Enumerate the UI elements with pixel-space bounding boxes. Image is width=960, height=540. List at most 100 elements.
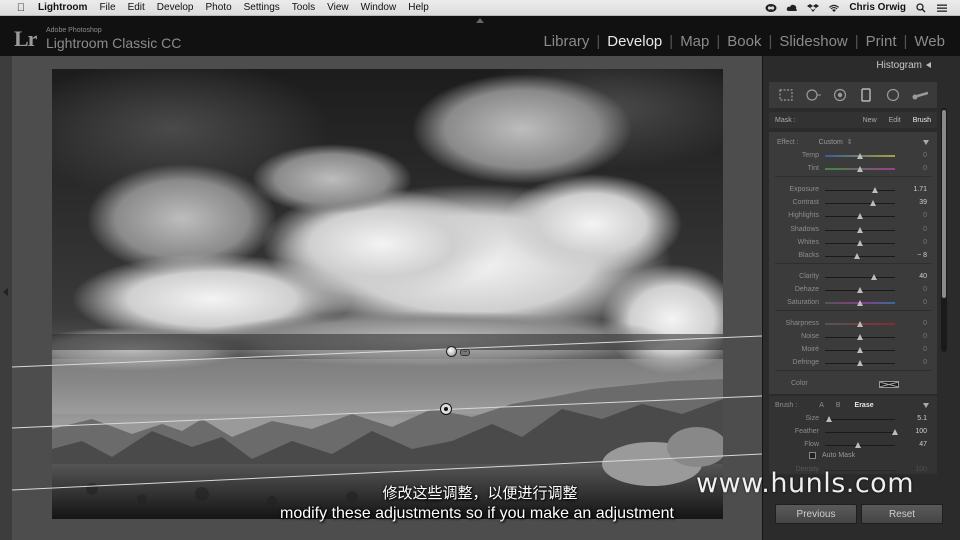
noise-knob[interactable] xyxy=(857,334,863,340)
defringe-slider[interactable]: Defringe 0 xyxy=(769,357,937,369)
noise-value[interactable]: 0 xyxy=(923,333,927,340)
moir--knob[interactable] xyxy=(857,347,863,353)
menu-file[interactable]: File xyxy=(99,2,115,13)
menu-edit[interactable]: Edit xyxy=(128,2,145,13)
image-canvas[interactable] xyxy=(12,56,762,540)
saturation-value[interactable]: 0 xyxy=(923,299,927,306)
module-book[interactable]: Book xyxy=(720,33,768,50)
menu-help[interactable]: Help xyxy=(408,2,429,13)
brush-size-slider[interactable]: Size 5.1 xyxy=(769,413,937,425)
whites-slider[interactable]: Whites 0 xyxy=(769,237,937,249)
brush-flow-slider[interactable]: Flow 47 xyxy=(769,439,937,451)
menu-tools[interactable]: Tools xyxy=(292,2,315,13)
highlights-knob[interactable] xyxy=(857,213,863,219)
user-name[interactable]: Chris Orwig xyxy=(849,2,906,13)
histogram-collapse-icon[interactable] xyxy=(926,62,931,69)
tint-value[interactable]: 0 xyxy=(923,165,927,172)
moir--value[interactable]: 0 xyxy=(923,346,927,353)
brush-size-track[interactable] xyxy=(825,419,895,420)
shadows-knob[interactable] xyxy=(857,227,863,233)
brush-erase-button[interactable]: Erase xyxy=(855,402,874,409)
brush-a-button[interactable]: A xyxy=(819,402,824,409)
noise-slider[interactable]: Noise 0 xyxy=(769,331,937,343)
dropbox-icon[interactable] xyxy=(807,3,820,13)
menu-window[interactable]: Window xyxy=(361,2,397,13)
tint-slider[interactable]: Tint 0 xyxy=(769,163,937,175)
defringe-value[interactable]: 0 xyxy=(923,359,927,366)
effect-preset-select[interactable]: Custom xyxy=(819,139,843,146)
left-panel-collapsed[interactable] xyxy=(0,56,12,540)
collapse-top-panel-icon[interactable] xyxy=(476,18,484,23)
contrast-track[interactable] xyxy=(825,203,895,204)
red-eye-icon[interactable] xyxy=(832,88,848,102)
blacks-slider[interactable]: Blacks − 8 xyxy=(769,250,937,262)
brush-flow-value[interactable]: 47 xyxy=(919,441,927,448)
exposure-value[interactable]: 1.71 xyxy=(913,186,927,193)
dehaze-knob[interactable] xyxy=(857,287,863,293)
dehaze-value[interactable]: 0 xyxy=(923,286,927,293)
clarity-track[interactable] xyxy=(825,277,895,278)
scrollbar-thumb[interactable] xyxy=(942,110,946,298)
exposure-knob[interactable] xyxy=(871,187,878,193)
module-print[interactable]: Print xyxy=(859,33,904,50)
module-web[interactable]: Web xyxy=(907,33,952,50)
tint-knob[interactable] xyxy=(857,166,863,172)
module-develop[interactable]: Develop xyxy=(600,33,669,50)
brush-size-knob[interactable] xyxy=(825,416,832,422)
temp-knob[interactable] xyxy=(857,153,863,159)
brush-collapse-icon[interactable] xyxy=(923,402,929,408)
sharpness-knob[interactable] xyxy=(857,321,863,327)
clarity-knob[interactable] xyxy=(871,274,877,280)
saturation-knob[interactable] xyxy=(857,300,863,306)
whites-knob[interactable] xyxy=(857,240,863,246)
mask-pin-active[interactable] xyxy=(446,346,457,357)
apple-icon[interactable]:  xyxy=(14,2,28,14)
creative-cloud-icon[interactable] xyxy=(765,3,777,13)
brush-b-button[interactable]: B xyxy=(836,402,841,409)
wifi-icon[interactable] xyxy=(828,3,840,13)
cloud-icon[interactable] xyxy=(786,3,798,13)
shadows-slider[interactable]: Shadows 0 xyxy=(769,224,937,236)
mask-new-button[interactable]: New xyxy=(863,117,877,124)
search-icon[interactable] xyxy=(915,2,927,13)
mask-pin-center[interactable] xyxy=(440,403,452,415)
brush-feather-slider[interactable]: Feather 100 xyxy=(769,426,937,438)
auto-mask-option[interactable]: Auto Mask xyxy=(809,452,855,459)
module-map[interactable]: Map xyxy=(673,33,716,50)
mask-edit-button[interactable]: Edit xyxy=(889,117,901,124)
radial-filter-icon[interactable] xyxy=(885,88,901,102)
clarity-value[interactable]: 40 xyxy=(919,273,927,280)
clarity-slider[interactable]: Clarity 40 xyxy=(769,271,937,283)
brush-flow-knob[interactable] xyxy=(854,442,861,448)
saturation-slider[interactable]: Saturation 0 xyxy=(769,297,937,309)
mask-brush-button[interactable]: Brush xyxy=(913,117,931,124)
menu-list-icon[interactable] xyxy=(936,3,948,13)
mask-pin-minus-icon[interactable]: − xyxy=(460,349,470,356)
temp-slider[interactable]: Temp 0 xyxy=(769,150,937,162)
moir--slider[interactable]: Moiré 0 xyxy=(769,344,937,356)
brush-feather-knob[interactable] xyxy=(892,429,898,435)
highlights-slider[interactable]: Highlights 0 xyxy=(769,210,937,222)
effect-collapse-icon[interactable] xyxy=(923,139,929,145)
graduated-filter-icon[interactable] xyxy=(858,88,874,102)
right-panel-scrollbar[interactable] xyxy=(941,108,947,352)
exposure-track[interactable] xyxy=(825,190,895,191)
module-library[interactable]: Library xyxy=(536,33,596,50)
temp-value[interactable]: 0 xyxy=(923,152,927,159)
dehaze-slider[interactable]: Dehaze 0 xyxy=(769,284,937,296)
defringe-knob[interactable] xyxy=(857,360,863,366)
highlights-value[interactable]: 0 xyxy=(923,212,927,219)
blacks-knob[interactable] xyxy=(854,253,861,259)
contrast-knob[interactable] xyxy=(870,200,877,206)
auto-mask-checkbox[interactable] xyxy=(809,452,816,459)
histogram-header[interactable]: Histogram xyxy=(769,60,937,76)
blacks-value[interactable]: − 8 xyxy=(917,252,927,259)
shadows-value[interactable]: 0 xyxy=(923,226,927,233)
photo-preview[interactable] xyxy=(52,69,723,519)
sharpness-value[interactable]: 0 xyxy=(923,320,927,327)
menu-settings[interactable]: Settings xyxy=(244,2,280,13)
spot-removal-icon[interactable] xyxy=(805,88,821,102)
adjustment-brush-icon[interactable] xyxy=(912,88,928,102)
color-swatch[interactable] xyxy=(879,381,899,388)
module-slideshow[interactable]: Slideshow xyxy=(772,33,854,50)
